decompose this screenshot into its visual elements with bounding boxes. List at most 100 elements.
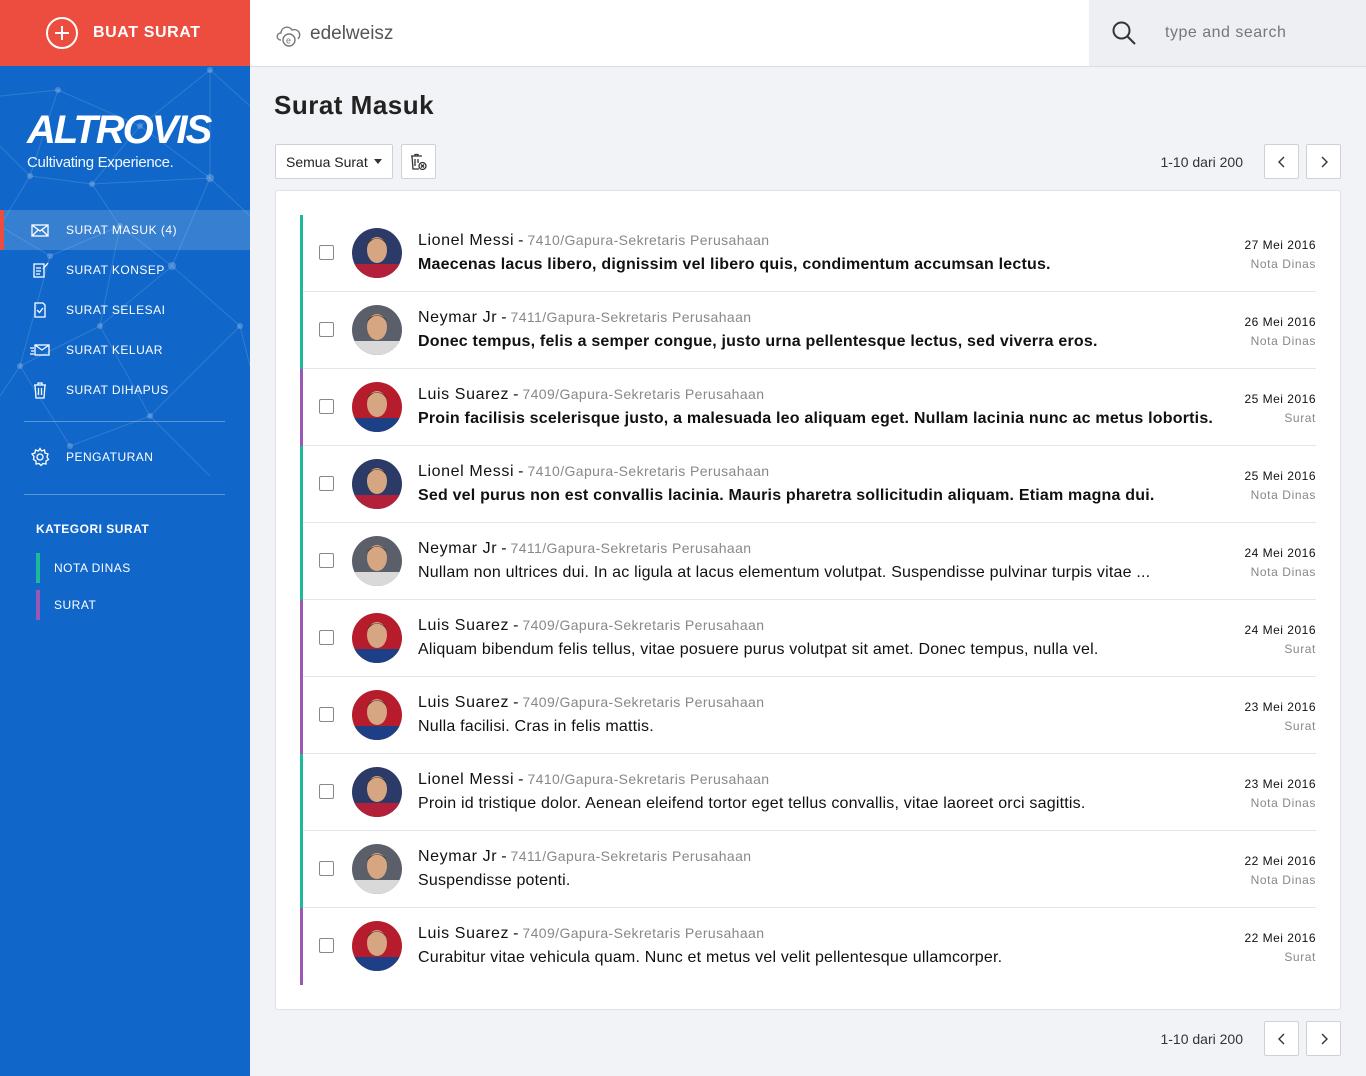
message-type: Nota Dinas <box>1250 488 1316 502</box>
message-header: Lionel Messi -7410/Gapura-Sekretaris Peru… <box>418 771 769 789</box>
message-header: Luis Suarez -7409/Gapura-Sekretaris Perus… <box>418 694 764 712</box>
separator: - <box>518 771 524 788</box>
sidebar-item-surat-dihapus[interactable]: SURAT DIHAPUS <box>0 370 250 410</box>
message-type: Nota Dinas <box>1250 257 1316 271</box>
message-date: 23 Mei 2016 <box>1244 777 1316 791</box>
message-header: Neymar Jr -7411/Gapura-Sekretaris Perusah… <box>418 848 751 866</box>
category-label: SURAT <box>54 598 97 612</box>
search-input[interactable] <box>1165 24 1345 42</box>
plus-circle-icon <box>46 17 78 49</box>
sidebar: BUAT SURAT ALTROVIS Cultivating Experien… <box>0 0 250 1076</box>
message-row[interactable]: Lionel Messi -7410/Gapura-Sekretaris Peru… <box>300 446 1316 523</box>
row-checkbox[interactable] <box>319 630 334 645</box>
avatar <box>352 228 402 278</box>
message-row[interactable]: Lionel Messi -7410/Gapura-Sekretaris Peru… <box>300 215 1316 292</box>
separator: - <box>513 694 519 711</box>
inbox-envelope-icon <box>31 224 49 237</box>
message-date: 25 Mei 2016 <box>1244 469 1316 483</box>
separator: - <box>501 540 507 557</box>
row-checkbox[interactable] <box>319 553 334 568</box>
separator: - <box>501 309 507 326</box>
row-checkbox[interactable] <box>319 707 334 722</box>
separator: - <box>518 232 524 249</box>
sidebar-item-pengaturan[interactable]: PENGATURAN <box>0 437 250 477</box>
sender-name: Luis Suarez <box>418 694 510 711</box>
message-row[interactable]: Lionel Messi -7410/Gapura-Sekretaris Peru… <box>300 754 1316 831</box>
message-row[interactable]: Luis Suarez -7409/Gapura-Sekretaris Perus… <box>300 600 1316 677</box>
row-checkbox[interactable] <box>319 322 334 337</box>
pagination-top: 1-10 dari 200 <box>1160 144 1341 179</box>
row-checkbox[interactable] <box>319 784 334 799</box>
category-stripe <box>300 908 303 985</box>
category-color-bar <box>36 553 40 583</box>
message-date: 25 Mei 2016 <box>1244 392 1316 406</box>
next-page-button[interactable] <box>1306 144 1341 179</box>
next-page-button[interactable] <box>1306 1021 1341 1056</box>
avatar <box>352 305 402 355</box>
delete-button[interactable] <box>400 144 436 179</box>
draft-icon <box>33 262 49 278</box>
sidebar-item-surat-masuk[interactable]: SURAT MASUK (4) <box>0 210 250 250</box>
prev-page-button[interactable] <box>1264 1021 1299 1056</box>
category-stripe <box>300 523 303 600</box>
category-item-nota-dinas[interactable]: NOTA DINAS <box>36 553 131 583</box>
separator: - <box>518 463 524 480</box>
brand-tagline: Cultivating Experience. <box>27 154 174 171</box>
reference-number: 7409/Gapura-Sekretaris Perusahaan <box>522 694 765 710</box>
reference-number: 7410/Gapura-Sekretaris Perusahaan <box>527 771 770 787</box>
message-subject: Nullam non ultrices dui. In ac ligula at… <box>418 564 1151 581</box>
message-row[interactable]: Neymar Jr -7411/Gapura-Sekretaris Perusah… <box>300 831 1316 908</box>
pagination-range: 1-10 dari 200 <box>1160 153 1243 170</box>
page-title: Surat Masuk <box>274 90 435 120</box>
message-subject: Nulla facilisi. Cras in felis mattis. <box>418 718 654 735</box>
row-checkbox[interactable] <box>319 245 334 260</box>
sender-name: Lionel Messi <box>418 771 515 788</box>
message-row[interactable]: Luis Suarez -7409/Gapura-Sekretaris Perus… <box>300 677 1316 754</box>
avatar <box>352 921 402 971</box>
compose-button[interactable]: BUAT SURAT <box>0 0 250 66</box>
message-row[interactable]: Neymar Jr -7411/Gapura-Sekretaris Perusah… <box>300 523 1316 600</box>
chevron-left-icon <box>1277 156 1284 167</box>
message-subject: Proin facilisis scelerisque justo, a mal… <box>418 410 1214 427</box>
caret-down-icon <box>373 159 382 164</box>
message-row[interactable]: Luis Suarez -7409/Gapura-Sekretaris Perus… <box>300 369 1316 446</box>
sidebar-nav: SURAT MASUK (4) SURAT KONSEP SURAT SELES… <box>0 210 250 410</box>
brand-name: ALTROVIS <box>27 108 212 152</box>
reference-number: 7409/Gapura-Sekretaris Perusahaan <box>522 386 765 402</box>
sender-name: Luis Suarez <box>418 386 510 403</box>
search-bar <box>1089 0 1366 66</box>
message-type: Nota Dinas <box>1250 796 1316 810</box>
message-type: Nota Dinas <box>1250 334 1316 348</box>
message-row[interactable]: Luis Suarez -7409/Gapura-Sekretaris Perus… <box>300 908 1316 985</box>
search-icon[interactable] <box>1111 20 1137 46</box>
message-header: Luis Suarez -7409/Gapura-Sekretaris Perus… <box>418 617 764 635</box>
row-checkbox[interactable] <box>319 861 334 876</box>
trash-icon <box>34 382 46 399</box>
trash-icon <box>411 153 427 170</box>
organization-switcher[interactable]: e edelweisz <box>274 20 393 48</box>
message-date: 27 Mei 2016 <box>1244 238 1316 252</box>
avatar <box>352 767 402 817</box>
category-color-bar <box>36 590 40 620</box>
message-type: Surat <box>1284 719 1316 733</box>
cloud-icon: e <box>276 26 301 47</box>
avatar <box>352 690 402 740</box>
sidebar-item-label: SURAT MASUK (4) <box>66 223 178 237</box>
row-checkbox[interactable] <box>319 938 334 953</box>
sidebar-item-surat-konsep[interactable]: SURAT KONSEP <box>0 250 250 290</box>
sidebar-item-surat-selesai[interactable]: SURAT SELESAI <box>0 290 250 330</box>
avatar <box>352 613 402 663</box>
row-checkbox[interactable] <box>319 399 334 414</box>
avatar <box>352 459 402 509</box>
message-type: Nota Dinas <box>1250 873 1316 887</box>
prev-page-button[interactable] <box>1264 144 1299 179</box>
filter-dropdown[interactable]: Semua Surat <box>275 144 393 179</box>
category-title: KATEGORI SURAT <box>36 522 150 536</box>
reference-number: 7411/Gapura-Sekretaris Perusahaan <box>510 848 752 864</box>
sidebar-item-surat-keluar[interactable]: SURAT KELUAR <box>0 330 250 370</box>
message-row[interactable]: Neymar Jr -7411/Gapura-Sekretaris Perusah… <box>300 292 1316 369</box>
reference-number: 7411/Gapura-Sekretaris Perusahaan <box>510 309 752 325</box>
category-item-surat[interactable]: SURAT <box>36 590 96 620</box>
row-checkbox[interactable] <box>319 476 334 491</box>
done-document-icon <box>34 302 46 318</box>
